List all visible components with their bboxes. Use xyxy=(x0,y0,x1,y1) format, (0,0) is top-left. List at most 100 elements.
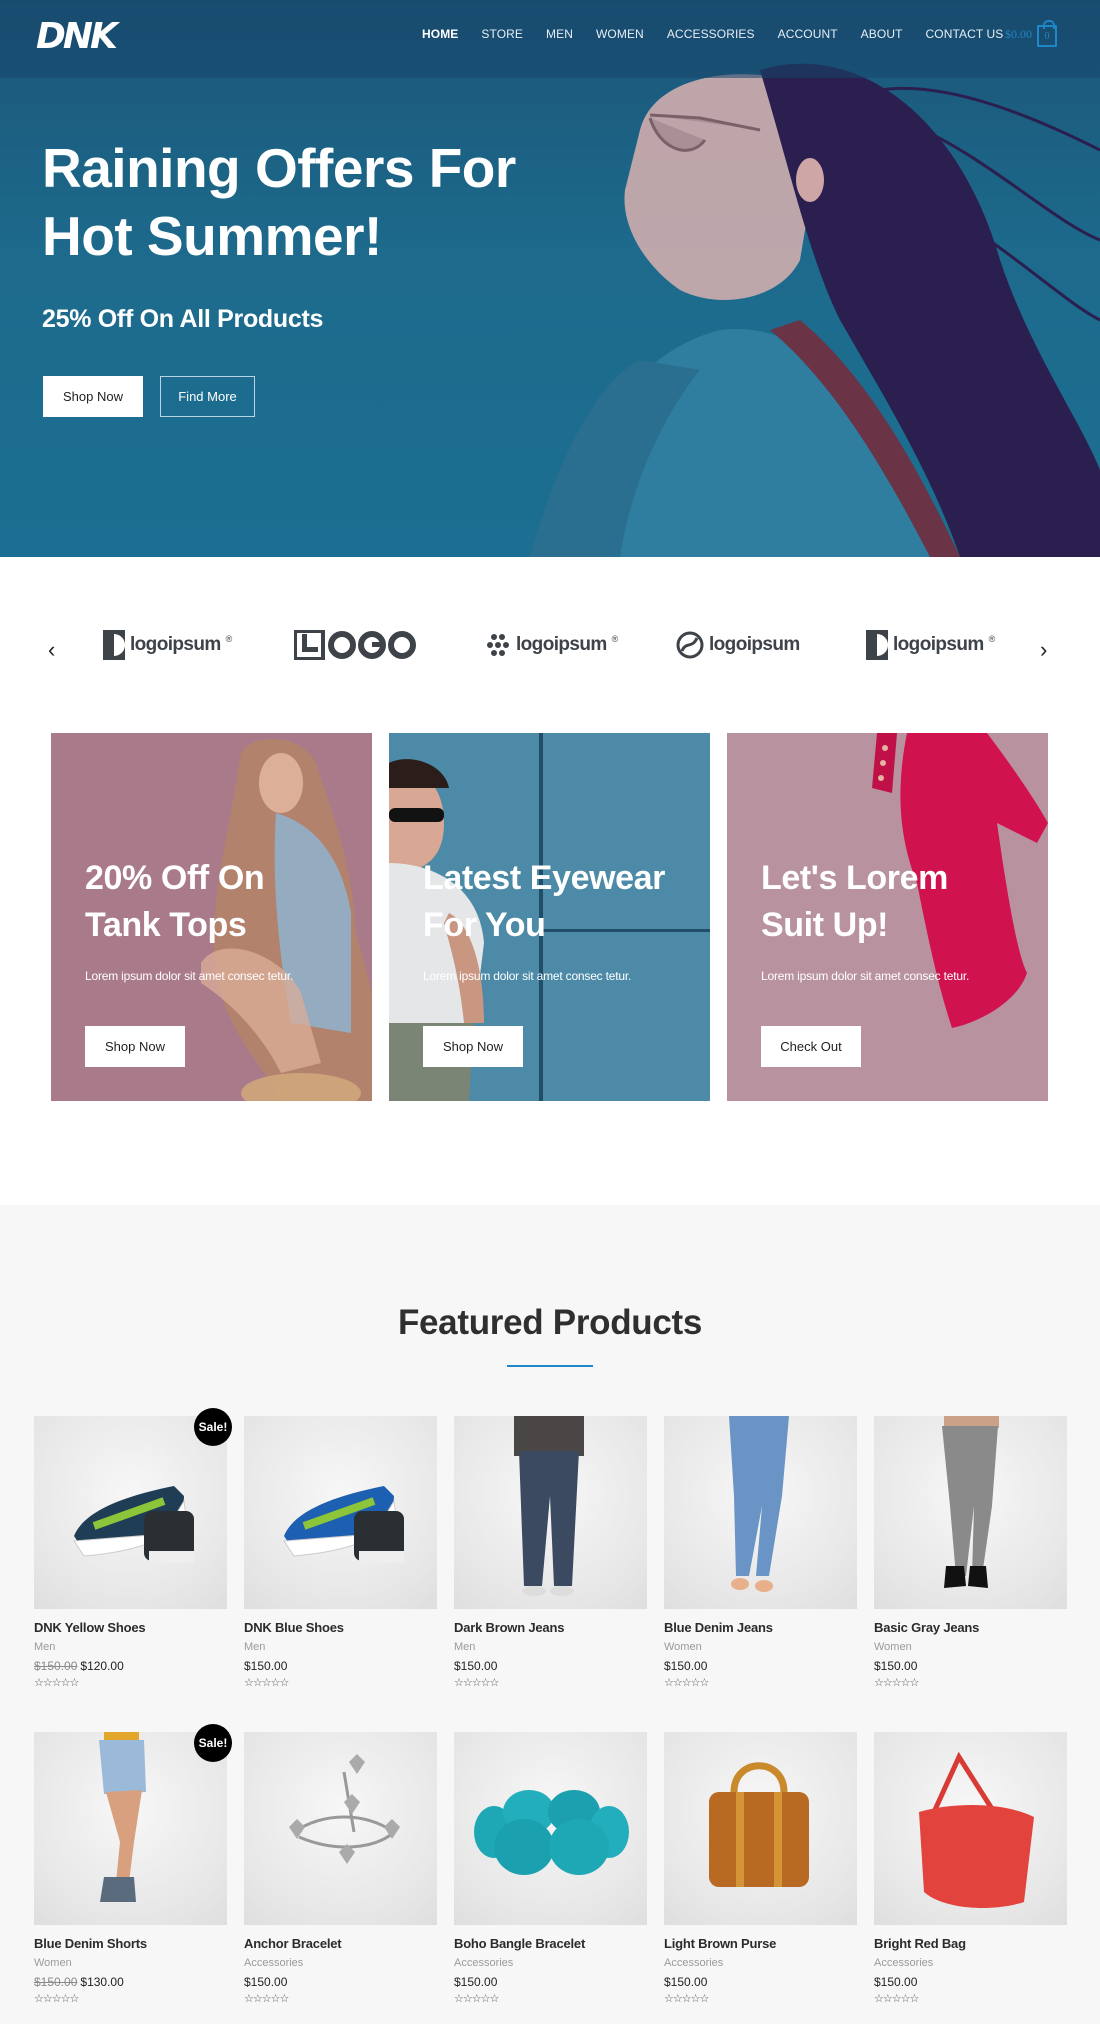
carousel-next-arrow-icon[interactable]: › xyxy=(1040,639,1047,661)
site-header: DNK HOME STORE MEN WOMEN ACCESSORIES ACC… xyxy=(0,0,1100,78)
current-price: $150.00 xyxy=(664,1975,708,1989)
star-rating-icon: ☆☆☆☆☆ xyxy=(244,1993,289,2005)
product-image[interactable] xyxy=(664,1732,857,1925)
product-name-link[interactable]: Dark Brown Jeans xyxy=(454,1620,647,1635)
product-photo xyxy=(942,1416,999,1588)
brand-logo: logoipsum ® xyxy=(485,630,618,660)
nav-store[interactable]: STORE xyxy=(481,27,523,41)
nav-men[interactable]: MEN xyxy=(546,27,573,41)
product-image[interactable] xyxy=(454,1732,647,1925)
hero-model-image xyxy=(530,63,1100,557)
hero-find-more-button[interactable]: Find More xyxy=(160,376,255,417)
product-photo xyxy=(99,1732,146,1902)
product-category: Accessories xyxy=(244,1957,304,1969)
current-price: $150.00 xyxy=(664,1659,708,1673)
product-price: $150.00 xyxy=(244,1975,437,1989)
brand-logo-text: logoipsum xyxy=(516,634,607,655)
nav-contact-us[interactable]: CONTACT US xyxy=(926,27,1004,41)
product-image[interactable] xyxy=(34,1732,227,1925)
promo-shop-now-button[interactable]: Shop Now xyxy=(85,1026,185,1067)
product-image[interactable] xyxy=(664,1416,857,1609)
product-image[interactable] xyxy=(454,1416,647,1609)
product-card: Bright Red Bag Accessories $150.00 ☆☆☆☆☆ xyxy=(874,1732,1067,2005)
promo-card-tank-tops: 20% Off On Tank Tops Lorem ipsum dolor si… xyxy=(51,733,372,1101)
section-title: Featured Products xyxy=(397,1303,703,1342)
dots-icon xyxy=(487,634,509,656)
cart-count: 0 xyxy=(1044,30,1050,42)
product-card: DNK Blue Shoes Men $150.00 ☆☆☆☆☆ xyxy=(244,1416,437,1689)
product-name-link[interactable]: Anchor Bracelet xyxy=(244,1936,437,1951)
product-photo xyxy=(919,1751,1034,1908)
product-card: Blue Denim Jeans Women $150.00 ☆☆☆☆☆ xyxy=(664,1416,857,1689)
carousel-prev-arrow-icon[interactable]: ‹ xyxy=(48,639,55,661)
shopping-bag-icon: 0 xyxy=(1037,20,1057,47)
star-rating-icon: ☆☆☆☆☆ xyxy=(244,1677,289,1689)
promo-title: 20% Off On Tank Tops xyxy=(85,859,265,944)
half-circle-icon xyxy=(866,630,888,660)
product-image[interactable] xyxy=(34,1416,227,1609)
current-price: $150.00 xyxy=(454,1659,498,1673)
nav-home[interactable]: HOME xyxy=(422,27,458,41)
cart-button[interactable]: $0.00 0 xyxy=(1005,20,1057,47)
svg-text:DNK: DNK xyxy=(36,16,121,56)
product-image[interactable] xyxy=(244,1416,437,1609)
product-name-link[interactable]: DNK Blue Shoes xyxy=(244,1620,437,1635)
product-price: $150.00 xyxy=(874,1975,1067,1989)
brand-logo-text: logoipsum xyxy=(893,634,984,655)
product-card: Basic Gray Jeans Women $150.00 ☆☆☆☆☆ xyxy=(874,1416,1067,1689)
product-photo xyxy=(283,1486,404,1563)
sale-badge: Sale! xyxy=(194,1408,232,1446)
half-circle-icon xyxy=(103,630,125,660)
current-price: $120.00 xyxy=(80,1659,124,1673)
original-price: $150.00 xyxy=(34,1659,78,1673)
brand-logo: logoipsum ® xyxy=(866,630,995,660)
nav-women[interactable]: WOMEN xyxy=(596,27,644,41)
product-card: Dark Brown Jeans Men $150.00 ☆☆☆☆☆ xyxy=(454,1416,647,1689)
nav-about[interactable]: ABOUT xyxy=(861,27,903,41)
product-price: $150.00 xyxy=(454,1975,647,1989)
product-category: Accessories xyxy=(454,1957,514,1969)
product-price: $150.00 xyxy=(664,1659,857,1673)
product-name-link[interactable]: Blue Denim Jeans xyxy=(664,1620,857,1635)
star-rating-icon: ☆☆☆☆☆ xyxy=(34,1993,79,2005)
brand-logo-text: logoipsum xyxy=(130,634,221,655)
product-name-link[interactable]: Blue Denim Shorts xyxy=(34,1936,227,1951)
current-price: $150.00 xyxy=(874,1975,918,1989)
main-nav: HOME STORE MEN WOMEN ACCESSORIES ACCOUNT… xyxy=(422,27,1026,41)
product-image[interactable] xyxy=(244,1732,437,1925)
product-photo xyxy=(73,1486,194,1563)
promo-card-suit-up: Let's Lorem Suit Up! Lorem ipsum dolor si… xyxy=(727,733,1048,1101)
product-photo xyxy=(289,1754,400,1864)
product-card: Light Brown Purse Accessories $150.00 ☆☆☆☆☆ xyxy=(664,1732,857,2005)
product-category: Women xyxy=(664,1641,702,1653)
promo-shop-now-button[interactable]: Shop Now xyxy=(423,1026,523,1067)
product-name-link[interactable]: Light Brown Purse xyxy=(664,1936,857,1951)
star-rating-icon: ☆☆☆☆☆ xyxy=(874,1993,919,2005)
brand-logo-text: logoipsum xyxy=(709,634,800,655)
hero-subtitle: 25% Off On All Products xyxy=(42,305,324,333)
product-name-link[interactable]: Boho Bangle Bracelet xyxy=(454,1936,647,1951)
product-card: Sale! Blue Denim Shorts Women $150.00 $130.0… xyxy=(34,1724,232,2005)
promo-description: Lorem ipsum dolor sit amet consec tetur. xyxy=(761,969,970,983)
product-image[interactable] xyxy=(874,1732,1067,1925)
promo-check-out-button[interactable]: Check Out xyxy=(761,1026,861,1067)
product-image[interactable] xyxy=(874,1416,1067,1609)
current-price: $150.00 xyxy=(454,1975,498,1989)
original-price: $150.00 xyxy=(34,1975,78,1989)
featured-products-section: Featured Products Sale! DNK Yellow Shoes M… xyxy=(0,1205,1100,2024)
product-price: $150.00 xyxy=(244,1659,437,1673)
product-card: Anchor Bracelet Accessories $150.00 ☆☆☆☆☆ xyxy=(244,1732,437,2005)
dnk-logo[interactable]: DNK xyxy=(34,14,134,56)
nav-account[interactable]: ACCOUNT xyxy=(778,27,838,41)
product-card: Boho Bangle Bracelet Accessories $150.00 ☆☆… xyxy=(454,1732,647,2005)
product-name-link[interactable]: Bright Red Bag xyxy=(874,1936,1067,1951)
nav-accessories[interactable]: ACCESSORIES xyxy=(667,27,755,41)
product-price: $150.00 xyxy=(454,1659,647,1673)
product-photo xyxy=(474,1790,629,1875)
product-category: Men xyxy=(454,1641,476,1653)
promo-title: Latest Eyewear For You xyxy=(423,859,665,944)
product-name-link[interactable]: DNK Yellow Shoes xyxy=(34,1620,227,1635)
product-name-link[interactable]: Basic Gray Jeans xyxy=(874,1620,1067,1635)
star-rating-icon: ☆☆☆☆☆ xyxy=(664,1677,709,1689)
hero-shop-now-button[interactable]: Shop Now xyxy=(43,376,143,417)
